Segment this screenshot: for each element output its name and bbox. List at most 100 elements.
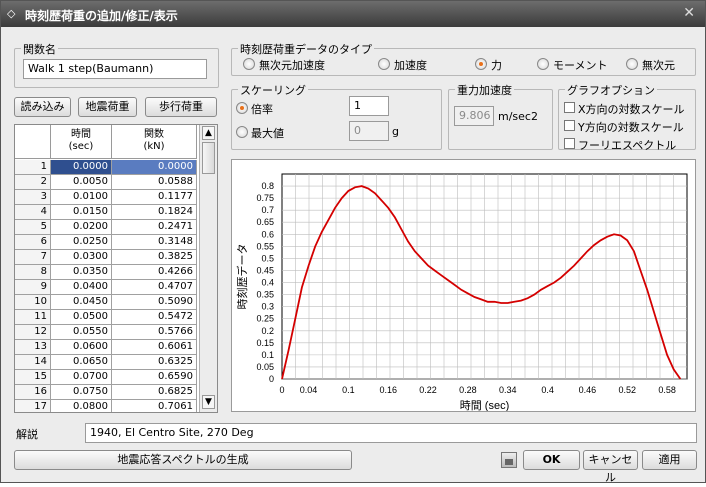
scroll-thumb[interactable] [202, 142, 215, 174]
function-cell[interactable]: 0.0588 [112, 175, 197, 190]
scroll-down-icon[interactable]: ▼ [202, 395, 215, 409]
time-cell[interactable]: 0.0050 [51, 175, 112, 190]
radio-max-value[interactable] [236, 126, 248, 138]
time-cell[interactable]: 0.0300 [51, 250, 112, 265]
time-history-chart: 0 0.05 0.1 0.15 0.2 0.25 0.3 0.35 0.4 0.45 0.5 0.55… [235, 173, 688, 412]
row-index-cell: 16 [15, 385, 51, 400]
function-cell[interactable]: 0.3825 [112, 250, 197, 265]
table-row[interactable]: 9 0.0400 0.4707 [15, 280, 197, 295]
table-row[interactable]: 17 0.0800 0.7061 [15, 400, 197, 412]
time-cell[interactable]: 0.0550 [51, 325, 112, 340]
function-cell[interactable]: 0.4266 [112, 265, 197, 280]
fourier-label: フーリエスペクトル [578, 139, 677, 152]
gravity-input[interactable]: 9.806 [454, 106, 494, 126]
radio-dimensionless[interactable] [626, 58, 638, 70]
ok-button[interactable]: OK [523, 450, 580, 470]
time-cell[interactable]: 0.0000 [51, 160, 112, 175]
option-force: 力 [491, 59, 502, 72]
table-row[interactable]: 13 0.0600 0.6061 [15, 340, 197, 355]
seismic-load-button[interactable]: 地震荷重 [78, 97, 137, 117]
table-row[interactable]: 4 0.0150 0.1824 [15, 205, 197, 220]
time-cell[interactable]: 0.0200 [51, 220, 112, 235]
function-cell[interactable]: 0.7061 [112, 400, 197, 412]
table-row[interactable]: 8 0.0350 0.4266 [15, 265, 197, 280]
load-button[interactable]: 読み込み [14, 97, 71, 117]
table-row[interactable]: 3 0.0100 0.1177 [15, 190, 197, 205]
description-input[interactable]: 1940, El Centro Site, 270 Deg [85, 423, 697, 443]
print-icon[interactable] [501, 452, 517, 468]
time-cell[interactable]: 0.0500 [51, 310, 112, 325]
radio-force[interactable] [475, 58, 487, 70]
function-cell[interactable]: 0.0000 [112, 160, 197, 175]
time-cell[interactable]: 0.0150 [51, 205, 112, 220]
table-row[interactable]: 12 0.0550 0.5766 [15, 325, 197, 340]
table-row[interactable]: 7 0.0300 0.3825 [15, 250, 197, 265]
x-tick-label: 0.46 [579, 385, 597, 395]
max-value-input[interactable]: 0 [349, 121, 389, 141]
function-cell[interactable]: 0.1824 [112, 205, 197, 220]
radio-moment[interactable] [537, 58, 549, 70]
y-tick-label: 0.6 [261, 229, 274, 239]
table-row[interactable]: 1 0.0000 0.0000 [15, 160, 197, 175]
scroll-up-icon[interactable]: ▲ [202, 126, 215, 140]
time-cell[interactable]: 0.0700 [51, 370, 112, 385]
time-cell[interactable]: 0.0800 [51, 400, 112, 412]
function-cell[interactable]: 0.6825 [112, 385, 197, 400]
time-cell[interactable]: 0.0350 [51, 265, 112, 280]
close-icon[interactable]: ✕ [683, 5, 695, 21]
function-cell[interactable]: 0.3148 [112, 235, 197, 250]
table-row[interactable]: 14 0.0650 0.6325 [15, 355, 197, 370]
function-cell[interactable]: 0.6325 [112, 355, 197, 370]
function-cell[interactable]: 0.6061 [112, 340, 197, 355]
function-cell[interactable]: 0.5766 [112, 325, 197, 340]
time-cell[interactable]: 0.0750 [51, 385, 112, 400]
checkbox-y-log[interactable] [564, 120, 575, 131]
function-cell[interactable]: 0.5472 [112, 310, 197, 325]
table-row[interactable]: 6 0.0250 0.3148 [15, 235, 197, 250]
generate-spectrum-button[interactable]: 地震応答スペクトルの生成 [14, 450, 352, 470]
row-index-cell: 15 [15, 370, 51, 385]
table-row[interactable]: 5 0.0200 0.2471 [15, 220, 197, 235]
function-cell[interactable]: 0.1177 [112, 190, 197, 205]
row-index-cell: 4 [15, 205, 51, 220]
row-index-cell: 17 [15, 400, 51, 412]
graph-options-label: グラフオプション [565, 82, 657, 98]
function-header-unit: (kN) [143, 141, 165, 152]
checkbox-x-log[interactable] [564, 102, 575, 113]
factor-input[interactable]: 1 [349, 96, 389, 116]
time-cell[interactable]: 0.0400 [51, 280, 112, 295]
option-moment: モーメント [553, 59, 608, 72]
function-cell[interactable]: 0.6590 [112, 370, 197, 385]
time-cell[interactable]: 0.0650 [51, 355, 112, 370]
time-cell[interactable]: 0.0250 [51, 235, 112, 250]
radio-dimensionless-accel[interactable] [243, 58, 255, 70]
function-column-header[interactable]: 関数 (kN) [112, 125, 197, 159]
max-value-unit: g [392, 125, 399, 138]
window-title: 時刻歴荷重の追加/修正/表示 [25, 9, 178, 23]
function-cell[interactable]: 0.5090 [112, 295, 197, 310]
description-label: 解説 [16, 428, 38, 441]
function-cell[interactable]: 0.2471 [112, 220, 197, 235]
y-tick-label: 0.7 [261, 205, 274, 215]
table-row[interactable]: 16 0.0750 0.6825 [15, 385, 197, 400]
y-tick-label: 0.75 [256, 193, 274, 203]
function-cell[interactable]: 0.4707 [112, 280, 197, 295]
apply-button[interactable]: 適用 [642, 450, 697, 470]
table-scrollbar[interactable]: ▲ ▼ [199, 125, 217, 412]
table-row[interactable]: 11 0.0500 0.5472 [15, 310, 197, 325]
time-cell[interactable]: 0.0100 [51, 190, 112, 205]
radio-acceleration[interactable] [378, 58, 390, 70]
checkbox-fourier[interactable] [564, 138, 575, 149]
time-cell[interactable]: 0.0450 [51, 295, 112, 310]
table-row[interactable]: 10 0.0450 0.5090 [15, 295, 197, 310]
time-header-label: 時間 [71, 129, 91, 140]
x-tick-label: 0.28 [459, 385, 477, 395]
table-row[interactable]: 15 0.0700 0.6590 [15, 370, 197, 385]
time-column-header[interactable]: 時間 (sec) [51, 125, 112, 159]
time-cell[interactable]: 0.0600 [51, 340, 112, 355]
cancel-button[interactable]: キャンセル [583, 450, 638, 484]
radio-factor[interactable] [236, 102, 248, 114]
function-name-input[interactable]: Walk 1 step(Baumann) [23, 59, 207, 79]
walking-load-button[interactable]: 歩行荷重 [145, 97, 217, 117]
table-row[interactable]: 2 0.0050 0.0588 [15, 175, 197, 190]
